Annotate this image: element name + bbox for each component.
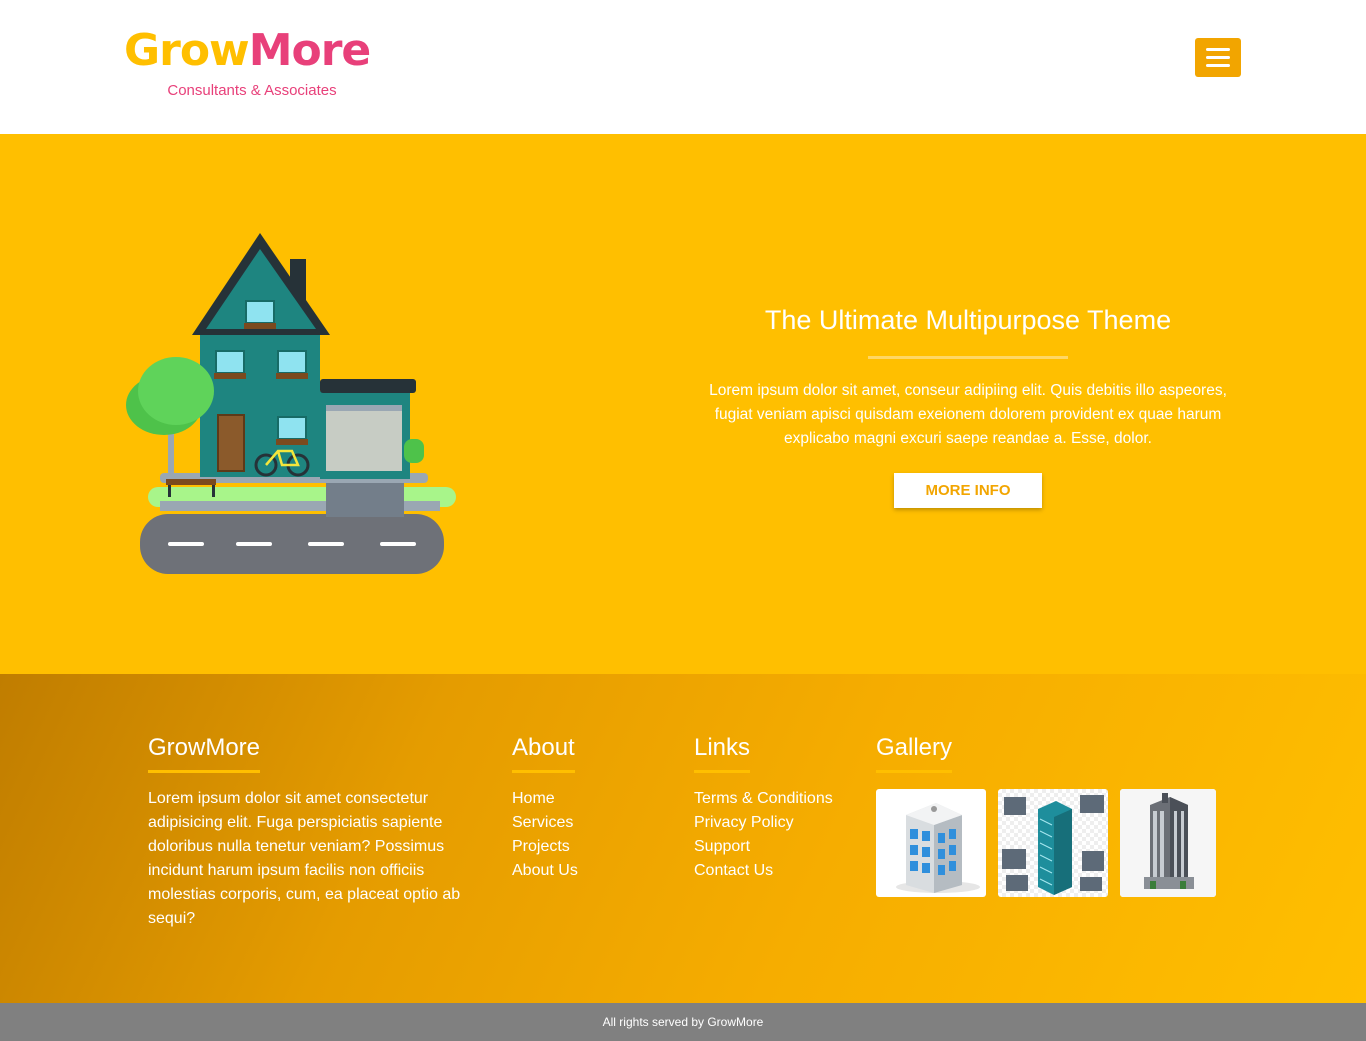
- gallery-grid: [876, 789, 1226, 899]
- footer-about-links: About Home Services Projects About Us: [512, 734, 672, 883]
- footer-gallery: Gallery: [876, 734, 1226, 899]
- logo-grow: Grow: [124, 25, 250, 76]
- hamburger-icon[interactable]: [1195, 38, 1241, 77]
- footer-link-home[interactable]: Home: [512, 787, 672, 811]
- footer-about: GrowMore Lorem ipsum dolor sit amet cons…: [148, 734, 488, 931]
- footer-about-title: GrowMore: [148, 734, 261, 773]
- hero-text: The Ultimate Multipurpose Theme Lorem ip…: [700, 302, 1236, 508]
- house-illustration: [126, 233, 456, 574]
- footer-link-contact[interactable]: Contact Us: [694, 859, 864, 883]
- site-header: GrowMore Consultants & Associates: [0, 0, 1366, 134]
- logo[interactable]: GrowMore: [124, 25, 372, 76]
- footer-links: Links Terms & Conditions Privacy Policy …: [694, 734, 864, 883]
- more-info-button[interactable]: MORE INFO: [894, 473, 1042, 508]
- logo-tagline: Consultants & Associates: [167, 82, 337, 99]
- footer-link-privacy[interactable]: Privacy Policy: [694, 811, 864, 835]
- footer-link-projects[interactable]: Projects: [512, 835, 672, 859]
- logo-more: More: [248, 25, 372, 76]
- footer-link-terms[interactable]: Terms & Conditions: [694, 787, 864, 811]
- footer-about-text: Lorem ipsum dolor sit amet consectetur a…: [148, 790, 461, 927]
- site-footer: GrowMore Lorem ipsum dolor sit amet cons…: [0, 674, 1366, 1003]
- isometric-buildings-image[interactable]: [998, 789, 1108, 897]
- skyscraper-image[interactable]: [1120, 789, 1216, 897]
- hamburger-line: [1206, 56, 1230, 59]
- footer-links-title: Links: [694, 734, 751, 773]
- footer-gallery-title: Gallery: [876, 734, 953, 773]
- footer-about-links-title: About: [512, 734, 575, 773]
- hero-section: The Ultimate Multipurpose Theme Lorem ip…: [0, 134, 1366, 674]
- copyright-text: All rights served by GrowMore: [602, 1015, 764, 1029]
- hero-divider: [868, 356, 1068, 359]
- footer-link-support[interactable]: Support: [694, 835, 864, 859]
- office-building-image[interactable]: [876, 789, 986, 897]
- hamburger-line: [1206, 64, 1230, 67]
- footer-link-about-us[interactable]: About Us: [512, 859, 672, 883]
- hamburger-line: [1206, 48, 1230, 51]
- hero-description: Lorem ipsum dolor sit amet, conseur adip…: [709, 382, 1227, 447]
- copyright-bar: All rights served by GrowMore: [0, 1003, 1366, 1041]
- footer-link-services[interactable]: Services: [512, 811, 672, 835]
- hero-title: The Ultimate Multipurpose Theme: [764, 305, 1172, 335]
